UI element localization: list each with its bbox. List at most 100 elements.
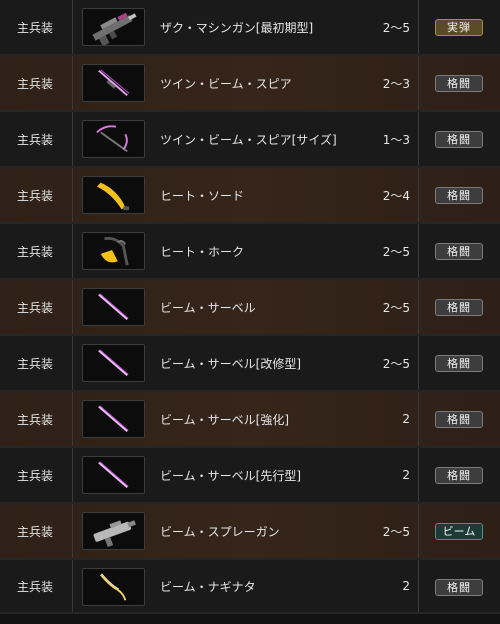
weapon-slot: 主兵装 bbox=[17, 188, 54, 203]
column-divider bbox=[418, 448, 419, 502]
weapon-slot: 主兵装 bbox=[17, 579, 54, 594]
beam-saber-icon bbox=[83, 345, 144, 381]
column-divider bbox=[72, 504, 73, 558]
weapon-slot: 主兵装 bbox=[17, 356, 54, 371]
weapon-slot: 主兵装 bbox=[17, 244, 54, 259]
weapon-name[interactable]: ヒート・ソード bbox=[160, 168, 244, 222]
column-divider bbox=[418, 56, 419, 110]
column-divider bbox=[418, 168, 419, 222]
column-divider bbox=[72, 56, 73, 110]
weapon-name[interactable]: ビーム・サーベル[先行型] bbox=[160, 448, 301, 502]
column-divider bbox=[418, 392, 419, 446]
weapon-slot: 主兵装 bbox=[17, 300, 54, 315]
column-divider bbox=[72, 112, 73, 166]
column-divider bbox=[418, 504, 419, 558]
weapon-type-badge: 格闘 bbox=[435, 355, 483, 372]
weapon-type-badge: 格闘 bbox=[435, 299, 483, 316]
column-divider bbox=[72, 224, 73, 278]
heat-sword-icon bbox=[83, 177, 144, 213]
weapon-slot: 主兵装 bbox=[17, 468, 54, 483]
weapon-row[interactable]: 主兵装 ツイン・ビーム・スピア 2〜3 格闘 bbox=[0, 56, 500, 112]
weapon-name[interactable]: ビーム・サーベル bbox=[160, 280, 256, 334]
weapon-thumbnail bbox=[82, 232, 145, 270]
weapon-range: 2〜5 bbox=[382, 244, 410, 259]
weapon-thumbnail bbox=[82, 456, 145, 494]
weapon-type-badge: 実弾 bbox=[435, 19, 483, 36]
column-divider bbox=[72, 336, 73, 390]
weapon-slot: 主兵装 bbox=[17, 76, 54, 91]
weapon-range: 2 bbox=[402, 579, 410, 593]
weapon-name[interactable]: ヒート・ホーク bbox=[160, 224, 244, 278]
weapon-range: 2〜4 bbox=[382, 188, 410, 203]
weapon-row[interactable]: 主兵装 ビーム・ナギナタ 2 格闘 bbox=[0, 560, 500, 614]
beam-saber-icon bbox=[83, 401, 144, 437]
weapon-row[interactable]: 主兵装 ヒート・ホーク 2〜5 格闘 bbox=[0, 224, 500, 280]
weapon-slot: 主兵装 bbox=[17, 132, 54, 147]
weapon-row[interactable]: 主兵装 ヒート・ソード 2〜4 格闘 bbox=[0, 168, 500, 224]
weapon-row[interactable]: 主兵装 ビーム・サーベル[先行型] 2 格闘 bbox=[0, 448, 500, 504]
weapon-type-badge: 格闘 bbox=[435, 579, 483, 596]
weapon-row[interactable]: 主兵装 ザク・マシンガン[最初期型] 2〜5 実弾 bbox=[0, 0, 500, 56]
column-divider bbox=[72, 448, 73, 502]
weapon-type-badge: 格闘 bbox=[435, 131, 483, 148]
machine-gun-icon bbox=[83, 9, 144, 45]
weapon-name[interactable]: ビーム・スプレーガン bbox=[160, 504, 280, 558]
weapon-thumbnail bbox=[82, 512, 145, 550]
weapon-type-badge: 格闘 bbox=[435, 187, 483, 204]
weapon-type-badge: 格闘 bbox=[435, 411, 483, 428]
weapon-range: 2 bbox=[402, 468, 410, 482]
weapon-name[interactable]: ビーム・サーベル[強化] bbox=[160, 392, 289, 446]
weapon-thumbnail bbox=[82, 120, 145, 158]
weapon-range: 2〜5 bbox=[382, 20, 410, 35]
beam-saber-icon bbox=[83, 289, 144, 325]
beam-saber-icon bbox=[83, 457, 144, 493]
column-divider bbox=[418, 560, 419, 612]
weapon-name[interactable]: ビーム・サーベル[改修型] bbox=[160, 336, 301, 390]
weapon-name[interactable]: ザク・マシンガン[最初期型] bbox=[160, 0, 313, 54]
column-divider bbox=[418, 112, 419, 166]
weapon-row[interactable]: 主兵装 ビーム・スプレーガン 2〜5 ビーム bbox=[0, 504, 500, 560]
weapon-name[interactable]: ツイン・ビーム・スピア[サイズ] bbox=[160, 112, 337, 166]
weapon-slot: 主兵装 bbox=[17, 412, 54, 427]
weapon-thumbnail bbox=[82, 400, 145, 438]
weapon-range: 1〜3 bbox=[382, 132, 410, 147]
weapon-type-badge: 格闘 bbox=[435, 243, 483, 260]
weapon-thumbnail bbox=[82, 64, 145, 102]
weapon-range: 2 bbox=[402, 412, 410, 426]
beam-naginata-icon bbox=[83, 569, 144, 605]
column-divider bbox=[72, 280, 73, 334]
weapon-thumbnail bbox=[82, 8, 145, 46]
beam-spray-gun-icon bbox=[83, 513, 144, 549]
weapon-range: 2〜5 bbox=[382, 356, 410, 371]
weapon-range: 2〜3 bbox=[382, 76, 410, 91]
weapon-range: 2〜5 bbox=[382, 300, 410, 315]
column-divider bbox=[72, 168, 73, 222]
weapon-type-badge: 格闘 bbox=[435, 75, 483, 92]
weapon-thumbnail bbox=[82, 568, 145, 606]
weapon-range: 2〜5 bbox=[382, 524, 410, 539]
column-divider bbox=[418, 336, 419, 390]
weapon-row[interactable]: 主兵装 ツイン・ビーム・スピア[サイズ] 1〜3 格闘 bbox=[0, 112, 500, 168]
weapon-slot: 主兵装 bbox=[17, 524, 54, 539]
column-divider bbox=[72, 560, 73, 612]
twin-beam-spear-icon bbox=[83, 65, 144, 101]
weapon-name[interactable]: ビーム・ナギナタ bbox=[160, 560, 256, 612]
weapon-table: 主兵装 ザク・マシンガン[最初期型] 2〜5 実弾 主兵装 ツイン・ビーム・スピア 2〜3 格… bbox=[0, 0, 500, 614]
heat-hawk-icon bbox=[83, 233, 144, 269]
weapon-row[interactable]: 主兵装 ビーム・サーベル 2〜5 格闘 bbox=[0, 280, 500, 336]
column-divider bbox=[72, 0, 73, 54]
weapon-type-badge: ビーム bbox=[435, 523, 483, 540]
column-divider bbox=[418, 0, 419, 54]
column-divider bbox=[72, 392, 73, 446]
weapon-row[interactable]: 主兵装 ビーム・サーベル[強化] 2 格闘 bbox=[0, 392, 500, 448]
weapon-row[interactable]: 主兵装 ビーム・サーベル[改修型] 2〜5 格闘 bbox=[0, 336, 500, 392]
weapon-name[interactable]: ツイン・ビーム・スピア bbox=[160, 56, 292, 110]
twin-beam-spear-scythe-icon bbox=[83, 121, 144, 157]
weapon-type-badge: 格闘 bbox=[435, 467, 483, 484]
weapon-thumbnail bbox=[82, 288, 145, 326]
column-divider bbox=[418, 224, 419, 278]
column-divider bbox=[418, 280, 419, 334]
weapon-slot: 主兵装 bbox=[17, 20, 54, 35]
weapon-thumbnail bbox=[82, 176, 145, 214]
weapon-thumbnail bbox=[82, 344, 145, 382]
